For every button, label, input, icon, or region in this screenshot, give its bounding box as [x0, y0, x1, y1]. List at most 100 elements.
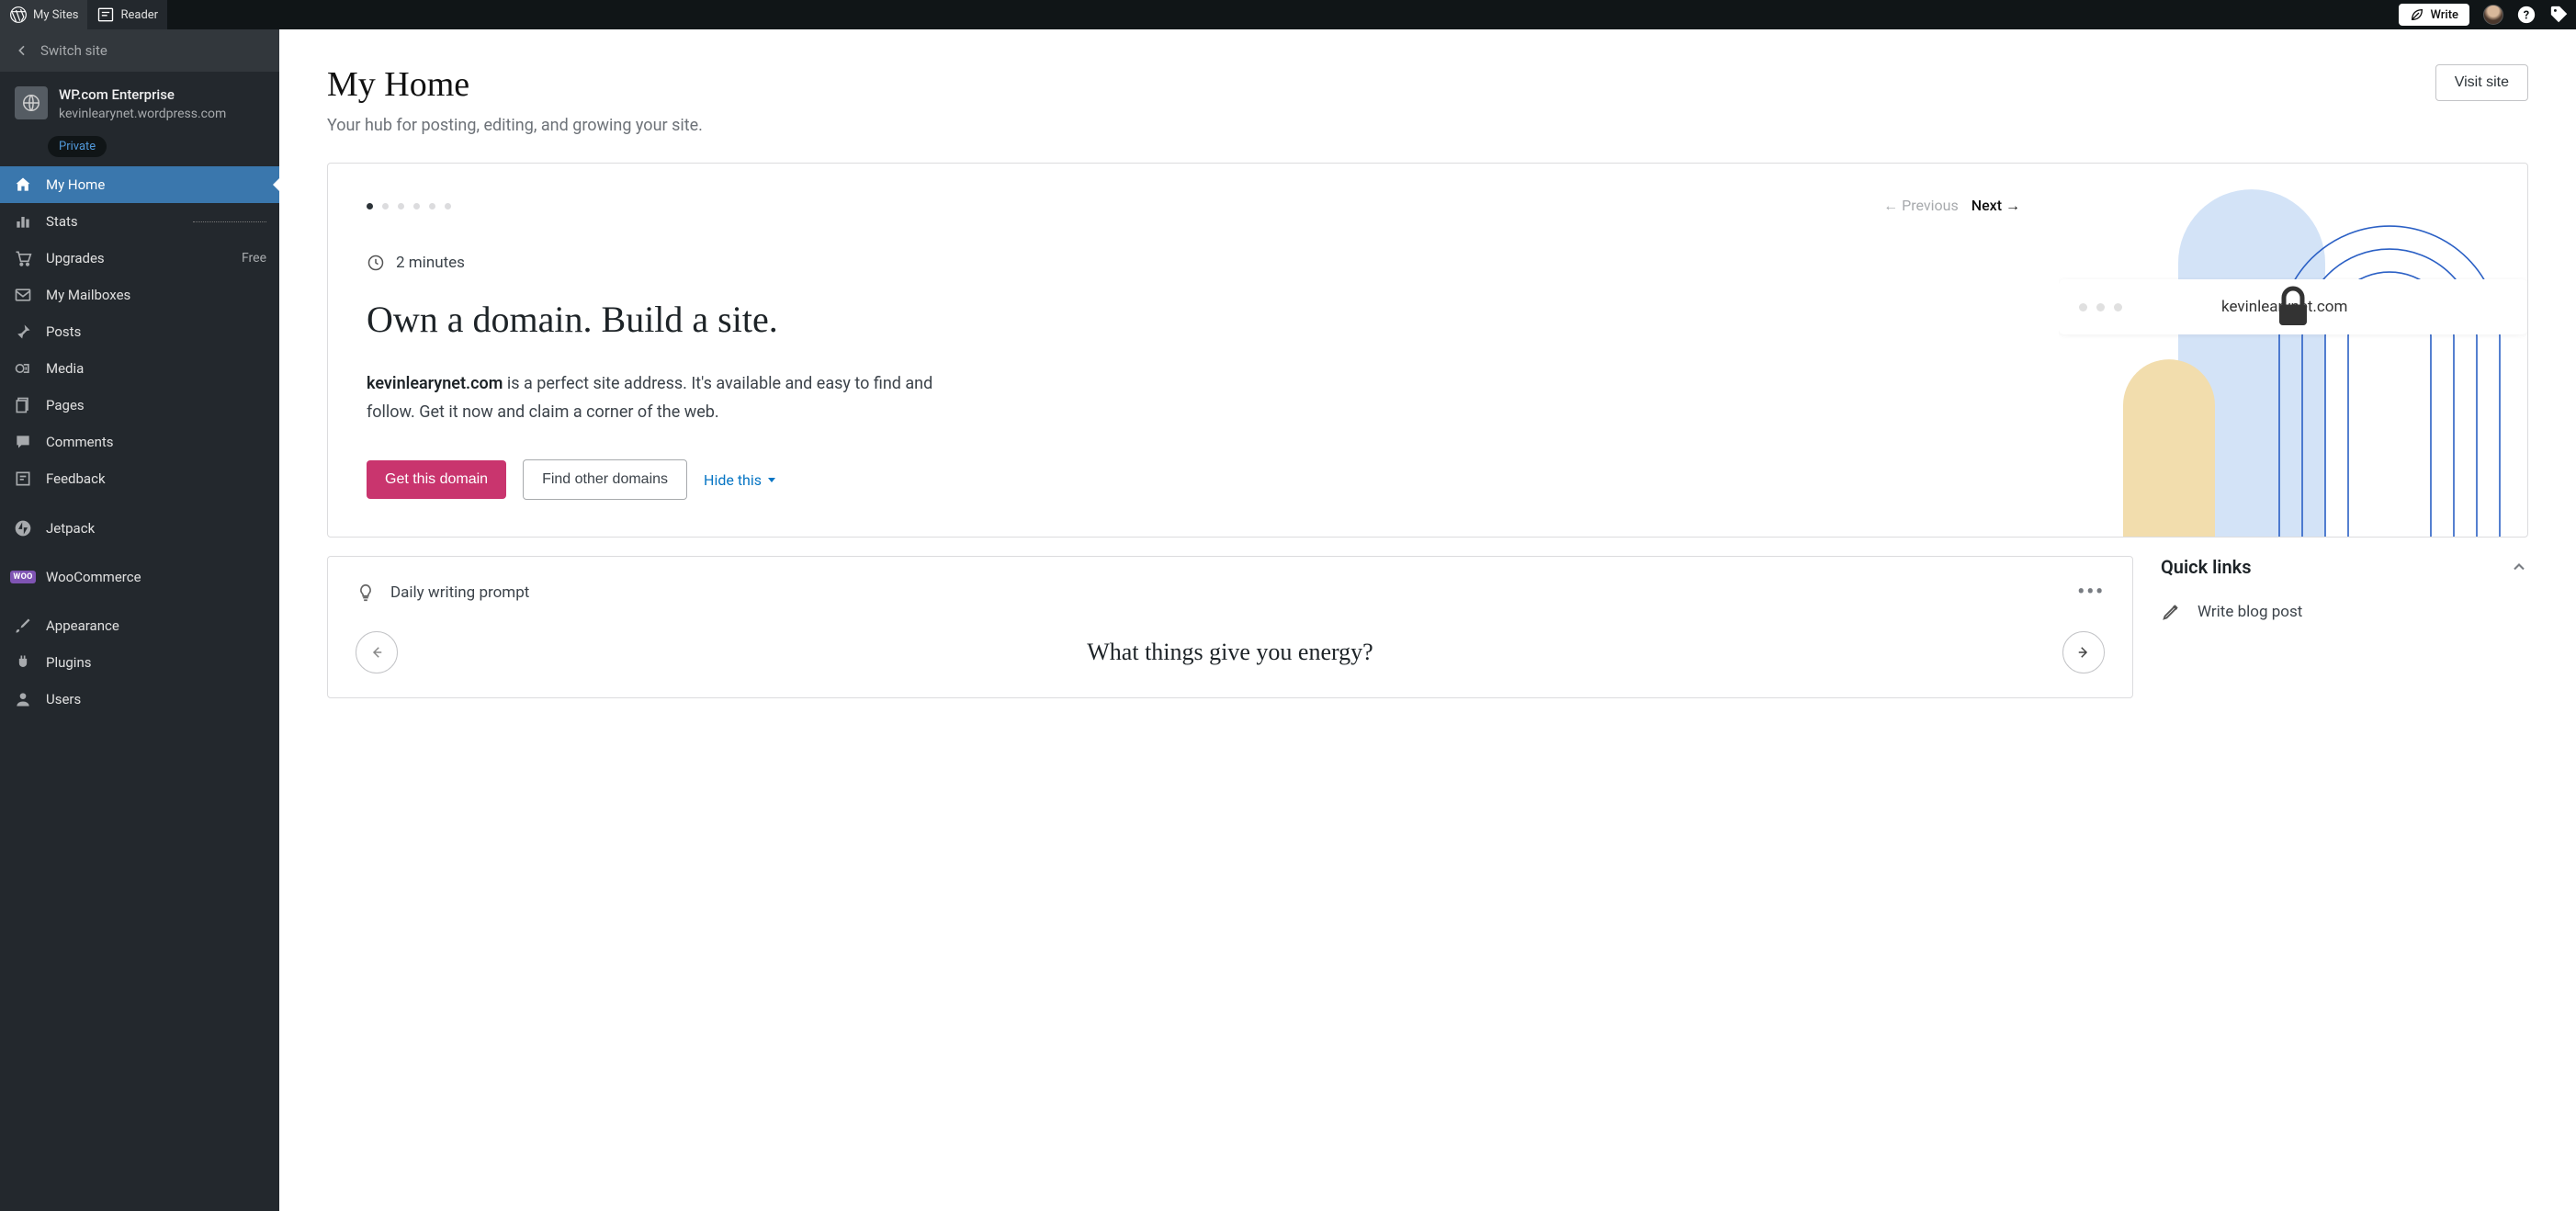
reader-icon — [96, 6, 115, 24]
clock-icon — [367, 254, 385, 272]
sidebar-item-media[interactable]: Media — [0, 350, 279, 387]
avatar-icon — [2483, 5, 2503, 25]
wordpress-icon — [9, 6, 28, 24]
visit-site-button[interactable]: Visit site — [2435, 64, 2528, 101]
sidebar-item-label: Plugins — [46, 654, 91, 671]
topbar-avatar[interactable] — [2477, 0, 2510, 29]
site-url: kevinlearynet.wordpress.com — [59, 107, 226, 121]
sidebar-item-label: Pages — [46, 397, 85, 413]
hide-this-link[interactable]: Hide this — [704, 471, 776, 489]
main-content: My Home Your hub for posting, editing, a… — [279, 29, 2576, 1211]
sidebar-item-label: Users — [46, 691, 81, 707]
card-description: kevinlearynet.com is a perfect site addr… — [367, 370, 955, 426]
sidebar-item-pages[interactable]: Pages — [0, 387, 279, 424]
carousel-dot-4[interactable] — [413, 203, 420, 209]
carousel-dots[interactable] — [367, 203, 451, 209]
topbar-mysites[interactable]: My Sites — [0, 0, 87, 29]
sidebar-menu: My Home Stats Upgrades Free My Mailboxes… — [0, 166, 279, 718]
sidebar-item-myhome[interactable]: My Home — [0, 166, 279, 203]
sidebar-item-comments[interactable]: Comments — [0, 424, 279, 460]
find-domains-button[interactable]: Find other domains — [523, 459, 687, 500]
sidebar-item-label: Comments — [46, 434, 114, 450]
quick-link-write-post[interactable]: Write blog post — [2161, 587, 2528, 637]
plug-icon — [14, 653, 32, 672]
writing-prompt-card: Daily writing prompt ••• What things giv… — [327, 556, 2133, 698]
page-subtitle: Your hub for posting, editing, and growi… — [327, 116, 703, 135]
sidebar-item-label: Jetpack — [46, 520, 95, 537]
carousel-dot-3[interactable] — [398, 203, 404, 209]
write-button-label: Write — [2430, 8, 2458, 22]
site-name: WP.com Enterprise — [59, 86, 226, 103]
domain-card: ← Previous Next → 2 minutes Own a domain… — [327, 163, 2528, 538]
get-domain-button[interactable]: Get this domain — [367, 460, 506, 499]
help-icon: ? — [2516, 5, 2536, 25]
sidebar-item-woocommerce[interactable]: WOO WooCommerce — [0, 560, 279, 594]
sidebar-item-label: WooCommerce — [46, 569, 141, 585]
topbar-reader[interactable]: Reader — [87, 0, 167, 29]
upgrades-free-label: Free — [242, 251, 266, 266]
feedback-icon — [14, 470, 32, 488]
jetpack-icon — [14, 519, 32, 538]
carousel-dot-6[interactable] — [445, 203, 451, 209]
sidebar-item-label: My Mailboxes — [46, 287, 130, 303]
sidebar-item-feedback[interactable]: Feedback — [0, 460, 279, 497]
user-icon — [14, 690, 32, 708]
prompt-prev-button[interactable] — [356, 631, 398, 673]
quick-links-title: Quick links — [2161, 556, 2252, 578]
prompt-next-button[interactable] — [2062, 631, 2105, 673]
carousel-prev: ← Previous — [1883, 197, 1959, 215]
quick-link-label: Write blog post — [2198, 603, 2302, 621]
switch-site[interactable]: Switch site — [0, 29, 279, 72]
pin-icon — [14, 323, 32, 341]
brush-icon — [14, 617, 32, 635]
sidebar-item-label: My Home — [46, 176, 105, 193]
sidebar-item-plugins[interactable]: Plugins — [0, 644, 279, 681]
switch-site-label: Switch site — [40, 42, 107, 59]
sidebar-item-label: Posts — [46, 323, 81, 340]
media-icon — [14, 359, 32, 378]
private-badge: Private — [48, 136, 107, 157]
address-bar-mock: kevinlearynet.com — [2059, 279, 2527, 334]
comment-icon — [14, 433, 32, 451]
sidebar-item-upgrades[interactable]: Upgrades Free — [0, 240, 279, 277]
write-button[interactable]: Write — [2399, 4, 2469, 26]
prompt-label: Daily writing prompt — [390, 583, 529, 602]
sidebar-item-mailboxes[interactable]: My Mailboxes — [0, 277, 279, 313]
carousel-dot-5[interactable] — [429, 203, 435, 209]
card-title: Own a domain. Build a site. — [367, 298, 2020, 341]
sidebar-item-label: Appearance — [46, 617, 119, 634]
sidebar-item-appearance[interactable]: Appearance — [0, 607, 279, 644]
carousel-dot-2[interactable] — [382, 203, 389, 209]
topbar-help[interactable]: ? — [2510, 0, 2543, 29]
lightbulb-icon — [356, 583, 376, 603]
dotted-line-icon — [193, 221, 266, 222]
domain-illustration: kevinlearynet.com — [2059, 164, 2527, 537]
menu-spacer — [0, 594, 279, 607]
arrow-right-icon — [2075, 644, 2092, 661]
topbar-notifications[interactable] — [2543, 0, 2576, 29]
globe-icon — [21, 93, 41, 113]
more-menu[interactable]: ••• — [2077, 581, 2105, 604]
prompt-question: What things give you energy? — [418, 639, 2042, 666]
pencil-icon — [2161, 602, 2181, 622]
woo-icon: WOO — [10, 571, 35, 583]
quick-links-toggle[interactable] — [2510, 558, 2528, 576]
time-estimate-label: 2 minutes — [396, 254, 465, 272]
cart-icon — [14, 249, 32, 267]
carousel-dot-1[interactable] — [367, 203, 373, 209]
sidebar-item-posts[interactable]: Posts — [0, 313, 279, 350]
caret-down-icon — [767, 475, 776, 484]
carousel-next[interactable]: Next → — [1972, 197, 2020, 215]
sidebar-item-users[interactable]: Users — [0, 681, 279, 718]
page-title: My Home — [327, 64, 703, 105]
sidebar-item-stats[interactable]: Stats — [0, 203, 279, 240]
home-icon — [14, 175, 32, 194]
sidebar-item-label: Stats — [46, 213, 78, 230]
menu-spacer — [0, 547, 279, 560]
chevron-left-icon — [15, 43, 29, 58]
sidebar-item-label: Media — [46, 360, 84, 377]
sidebar-item-jetpack[interactable]: Jetpack — [0, 510, 279, 547]
site-icon — [15, 86, 48, 119]
quick-links: Quick links Write blog post — [2161, 556, 2528, 698]
sidebar: Switch site WP.com Enterprise kevinleary… — [0, 29, 279, 1211]
